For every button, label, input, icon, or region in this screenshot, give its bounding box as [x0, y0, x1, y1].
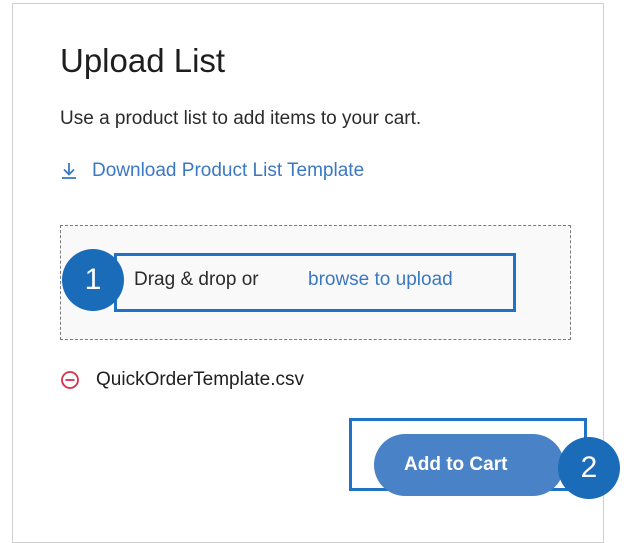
step-1-badge: 1: [62, 249, 124, 311]
page-title: Upload List: [60, 42, 226, 79]
download-icon: [62, 163, 76, 179]
download-template-label: Download Product List Template: [92, 160, 365, 181]
download-template-link[interactable]: Download Product List Template: [60, 158, 364, 184]
remove-file-icon[interactable]: [60, 370, 80, 390]
add-to-cart-button[interactable]: Add to Cart: [374, 434, 564, 496]
uploaded-file-row: QuickOrderTemplate.csv: [60, 366, 304, 394]
browse-to-upload-link[interactable]: browse to upload: [308, 269, 453, 291]
upload-description: Use a product list to add items to your …: [60, 108, 422, 129]
dropzone-instructions: Drag & drop or: [134, 269, 259, 290]
step-2-badge: 2: [558, 437, 620, 499]
uploaded-file-name: QuickOrderTemplate.csv: [96, 369, 305, 390]
